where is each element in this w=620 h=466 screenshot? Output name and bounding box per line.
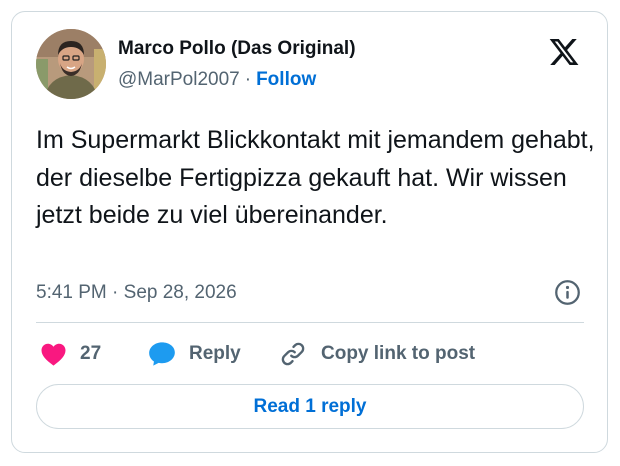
like-count: 27 (80, 343, 102, 364)
tweet-card: Marco Pollo (Das Original) @MarPol2007 · F… (11, 11, 608, 453)
x-logo-icon[interactable] (548, 36, 580, 68)
avatar[interactable] (36, 29, 106, 99)
link-icon (279, 340, 307, 368)
info-icon[interactable] (554, 279, 581, 306)
like-button[interactable]: 27 (40, 340, 101, 368)
copy-link-label: Copy link to post (321, 343, 476, 364)
divider (36, 322, 584, 323)
heart-icon (40, 342, 67, 366)
tweet-text: Im Supermarkt Blickkontakt mit jemandem … (36, 126, 595, 229)
avatar-photo (36, 29, 106, 99)
author-handle[interactable]: @MarPol2007 (118, 69, 240, 90)
read-replies-button[interactable]: Read 1 reply (36, 384, 584, 429)
author-display-name[interactable]: Marco Pollo (Das Original) (118, 38, 356, 60)
reply-label: Reply (189, 343, 241, 364)
reply-button[interactable]: Reply (148, 340, 241, 368)
speech-bubble-icon (148, 341, 176, 367)
follow-link[interactable]: Follow (256, 69, 316, 90)
author-handle-row: @MarPol2007 · Follow (118, 69, 316, 91)
handle-separator: · (244, 69, 252, 90)
copy-link-button[interactable]: Copy link to post (279, 340, 475, 368)
tweet-timestamp[interactable]: 5:41 PM · Sep 28, 2026 (36, 282, 237, 304)
